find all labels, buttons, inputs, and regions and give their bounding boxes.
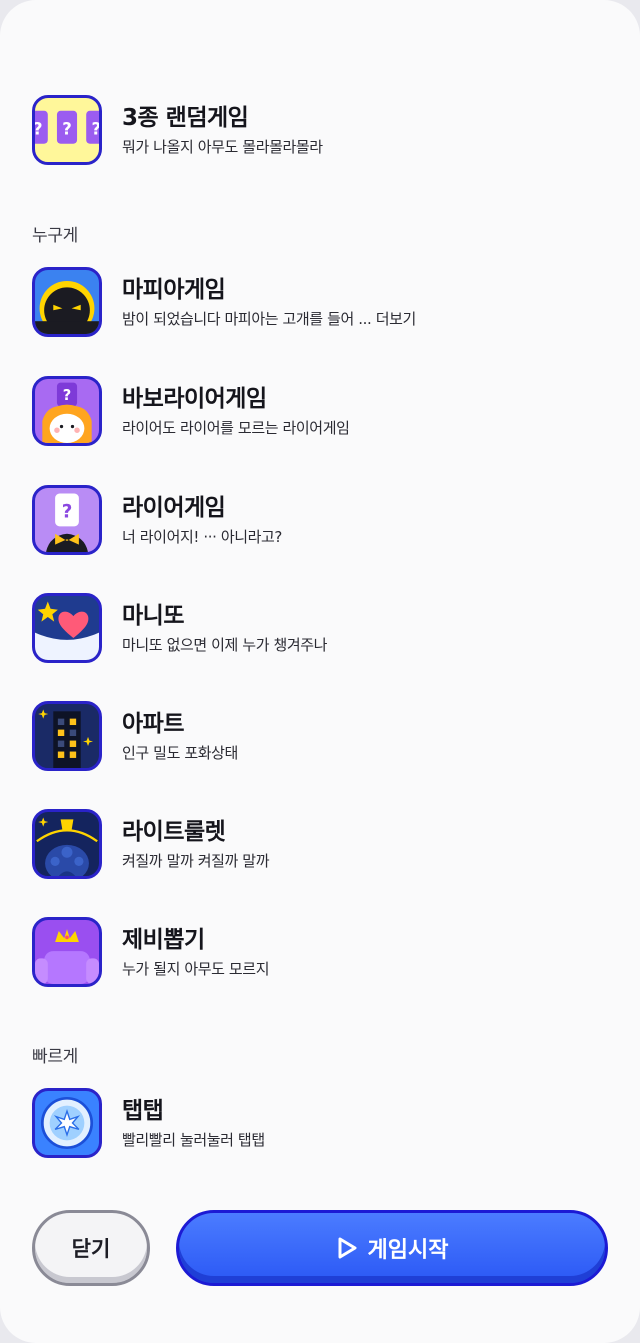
game-title: 마니또 (122, 602, 184, 629)
start-game-label: 게임시작 (367, 1238, 449, 1263)
fool-liar-icon: ? (32, 376, 102, 446)
game-title: 바보라이어게임 (122, 385, 267, 412)
game-item-apartment[interactable]: 아파트 인구 밀도 포화상태 (32, 700, 608, 772)
game-title: 3종 랜덤게임 (122, 104, 249, 131)
game-title: 아파트 (122, 710, 184, 737)
game-description: 누가 될지 아무도 모르지 (122, 959, 270, 978)
game-item-random3[interactable]: ? ? ? 3종 랜덤게임 뭐가 나올지 아무도 몰라몰라몰라 (32, 94, 608, 166)
game-item-manito[interactable]: 마니또 마니또 없으면 이제 누가 챙겨주나 (32, 592, 608, 664)
game-item-draw-lots[interactable]: 제비뽑기 누가 될지 아무도 모르지 (32, 916, 608, 988)
game-description: 뭐가 나올지 아무도 몰라몰라몰라 (122, 137, 323, 156)
game-description: 인구 밀도 포화상태 (122, 743, 238, 762)
close-button-label: 닫기 (71, 1237, 111, 1261)
game-select-sheet: ? ? ? 3종 랜덤게임 뭐가 나올지 아무도 몰라몰라몰라 누구게 마피아게… (0, 0, 640, 1343)
play-icon (338, 1237, 357, 1259)
apartment-building-icon (32, 701, 102, 771)
game-item-liar[interactable]: ? 라이어게임 너 라이어지! ··· 아니라고? (32, 484, 608, 556)
svg-text:?: ? (63, 387, 71, 404)
svg-text:?: ? (35, 120, 43, 139)
mafia-icon (32, 267, 102, 337)
game-description: 라이어도 라이어를 모르는 라이어게임 (122, 418, 350, 437)
svg-text:?: ? (62, 120, 72, 139)
svg-text:?: ? (62, 501, 73, 522)
close-button[interactable]: 닫기 (32, 1210, 150, 1286)
crown-throne-icon (32, 917, 102, 987)
game-title: 탭탭 (122, 1097, 164, 1124)
game-description: 너 라이어지! ··· 아니라고? (122, 527, 282, 546)
game-description: 밤이 되었습니다 마피아는 고개를 들어 ... 더보기 (122, 309, 416, 328)
manito-heart-icon (32, 593, 102, 663)
light-roulette-icon (32, 809, 102, 879)
game-item-taptap[interactable]: 탭탭 빨리빨리 눌러눌러 탭탭 (32, 1087, 608, 1159)
game-item-fool-liar[interactable]: ? 바보라이어게임 라이어도 라이어를 모르는 라이어게임 (32, 375, 608, 447)
game-item-light-roulette[interactable]: 라이트룰렛 켜질까 말까 켜질까 말까 (32, 808, 608, 880)
game-description: 빨리빨리 눌러눌러 탭탭 (122, 1130, 265, 1149)
start-game-button[interactable]: 게임시작 (176, 1210, 608, 1286)
game-title: 라이어게임 (122, 494, 226, 521)
section-label-fast: 빠르게 (32, 1047, 79, 1067)
game-description: 켜질까 말까 켜질까 말까 (122, 851, 270, 870)
game-title: 마피아게임 (122, 276, 226, 303)
game-item-mafia[interactable]: 마피아게임 밤이 되었습니다 마피아는 고개를 들어 ... 더보기 (32, 266, 608, 338)
liar-icon: ? (32, 485, 102, 555)
game-title: 라이트룰렛 (122, 818, 226, 845)
svg-text:?: ? (91, 120, 99, 139)
section-label-who: 누구게 (32, 226, 79, 246)
game-description: 마니또 없으면 이제 누가 챙겨주나 (122, 635, 328, 654)
game-title: 제비뽑기 (122, 926, 205, 953)
tap-burst-icon (32, 1088, 102, 1158)
random-cards-icon: ? ? ? (32, 95, 102, 165)
